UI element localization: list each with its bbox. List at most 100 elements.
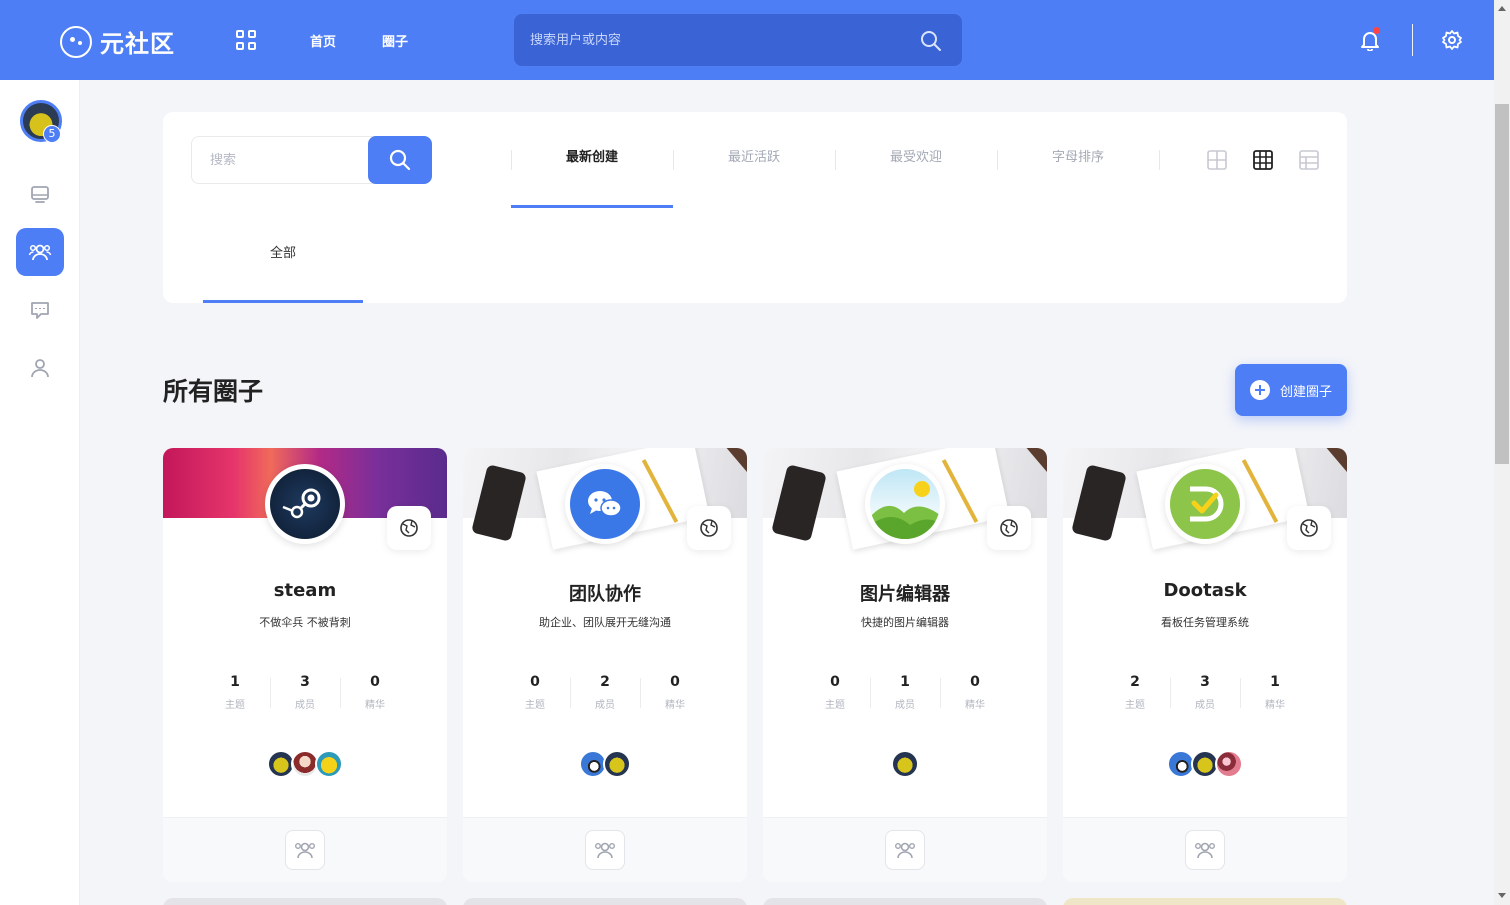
member-avatars <box>463 750 747 780</box>
circle-stats: 2 主题 3 成员 1 精华 <box>1100 672 1310 716</box>
view-card-icon[interactable] <box>1207 150 1227 170</box>
section-title: 所有圈子 <box>163 377 264 406</box>
join-circle-button[interactable] <box>585 830 625 870</box>
visibility-button[interactable] <box>987 506 1031 550</box>
apps-icon[interactable] <box>236 30 256 50</box>
join-icon <box>595 842 616 859</box>
sidebar-item-profile[interactable] <box>16 344 64 392</box>
left-sidebar: 5 <box>0 80 80 905</box>
circle-desc: 快捷的图片编辑器 <box>861 616 949 629</box>
topics-label: 主题 <box>825 700 845 711</box>
create-circle-button[interactable]: 创建圈子 <box>1235 364 1347 416</box>
featured-count: 1 <box>1270 674 1280 690</box>
image-editor-icon <box>870 481 940 539</box>
scroll-thumb[interactable] <box>1495 104 1509 464</box>
avatar[interactable] <box>315 750 343 778</box>
circle-name[interactable]: 团队协作 <box>463 580 747 606</box>
circle-name[interactable]: steam <box>163 580 447 601</box>
nav-home[interactable]: 首页 <box>310 31 336 50</box>
members-count: 3 <box>1200 674 1210 690</box>
circle-card-peek <box>163 898 447 905</box>
steam-icon <box>282 488 321 519</box>
topics-count: 1 <box>230 674 240 690</box>
visibility-button[interactable] <box>1287 506 1331 550</box>
members-label: 成员 <box>895 700 915 711</box>
monitor-icon <box>31 186 49 203</box>
topics-count: 0 <box>830 674 840 690</box>
circle-name[interactable]: 图片编辑器 <box>763 580 1047 606</box>
visibility-button[interactable] <box>387 506 431 550</box>
circle-desc: 不做伞兵 不被背刺 <box>259 616 351 629</box>
avatar[interactable] <box>891 750 919 778</box>
circle-card[interactable]: 团队协作 助企业、团队展开无缝沟通 0 主题 2 成员 0 精华 <box>463 448 747 882</box>
featured-label: 精华 <box>665 700 685 711</box>
circle-logo <box>865 464 945 544</box>
scroll-down-arrow[interactable] <box>1498 893 1506 898</box>
sort-tab-newest[interactable]: 最新创建 <box>511 112 673 208</box>
view-grid-icon[interactable] <box>1253 150 1273 170</box>
avatar-badge: 5 <box>43 125 61 143</box>
join-icon <box>1195 842 1216 859</box>
circle-search-button[interactable] <box>368 136 432 184</box>
circle-card[interactable]: steam 不做伞兵 不被背刺 1 主题 3 成员 0 精华 <box>163 448 447 882</box>
chat-bubbles-icon <box>588 491 622 517</box>
top-bar: 元社区 首页 圈子 <box>0 0 1494 80</box>
circle-logo <box>265 464 345 544</box>
join-circle-button[interactable] <box>885 830 925 870</box>
view-list-icon[interactable] <box>1299 150 1319 170</box>
topics-label: 主题 <box>525 700 545 711</box>
member-avatars <box>763 750 1047 780</box>
featured-label: 精华 <box>1265 700 1285 711</box>
sidebar-item-circles[interactable] <box>16 228 64 276</box>
user-icon <box>31 359 49 378</box>
circle-stats: 0 主题 1 成员 0 精华 <box>800 672 1010 716</box>
circle-search-input[interactable] <box>210 137 360 183</box>
globe-icon <box>1000 519 1018 537</box>
sort-tab-alphabetical[interactable]: 字母排序 <box>997 112 1159 208</box>
topics-count: 2 <box>1130 674 1140 690</box>
circle-name[interactable]: Dootask <box>1063 580 1347 601</box>
featured-label: 精华 <box>365 700 385 711</box>
avatar[interactable] <box>1215 750 1243 778</box>
topics-count: 0 <box>530 674 540 690</box>
globe-icon <box>400 519 418 537</box>
join-icon <box>895 842 916 859</box>
sort-tab-popular[interactable]: 最受欢迎 <box>835 112 997 208</box>
circle-desc: 看板任务管理系统 <box>1161 616 1249 629</box>
join-icon <box>295 842 316 859</box>
nav-circles[interactable]: 圈子 <box>382 31 408 50</box>
sort-separator <box>1159 150 1160 170</box>
card-footer <box>463 817 747 882</box>
card-footer <box>163 817 447 882</box>
visibility-button[interactable] <box>687 506 731 550</box>
page-scrollbar[interactable] <box>1494 0 1510 905</box>
featured-label: 精华 <box>965 700 985 711</box>
globe-icon <box>1300 519 1318 537</box>
category-tab-all[interactable]: 全部 <box>203 232 363 303</box>
members-label: 成员 <box>595 700 615 711</box>
scroll-up-arrow[interactable] <box>1498 6 1506 11</box>
circle-card[interactable]: Dootask 看板任务管理系统 2 主题 3 成员 1 精华 <box>1063 448 1347 882</box>
join-circle-button[interactable] <box>1185 830 1225 870</box>
members-label: 成员 <box>1195 700 1215 711</box>
globe-icon <box>700 519 718 537</box>
member-avatars <box>163 750 447 780</box>
join-circle-button[interactable] <box>285 830 325 870</box>
card-footer <box>763 817 1047 882</box>
top-search-input[interactable] <box>530 14 910 66</box>
logo-icon <box>60 25 92 58</box>
app-logo[interactable]: 元社区 <box>60 24 175 59</box>
notification-dot <box>1373 27 1380 34</box>
search-icon[interactable] <box>920 30 942 52</box>
dootask-icon <box>1190 486 1224 522</box>
circle-logo <box>565 464 645 544</box>
top-search-box <box>514 14 962 66</box>
sidebar-item-messages[interactable] <box>16 286 64 334</box>
circle-card[interactable]: 图片编辑器 快捷的图片编辑器 0 主题 1 成员 0 精华 <box>763 448 1047 882</box>
circle-stats: 0 主题 2 成员 0 精华 <box>500 672 710 716</box>
circle-card-peek <box>463 898 747 905</box>
sidebar-item-monitor[interactable] <box>16 170 64 218</box>
sort-tab-active[interactable]: 最近活跃 <box>673 112 835 208</box>
gear-icon[interactable] <box>1441 29 1463 51</box>
avatar[interactable] <box>603 750 631 778</box>
